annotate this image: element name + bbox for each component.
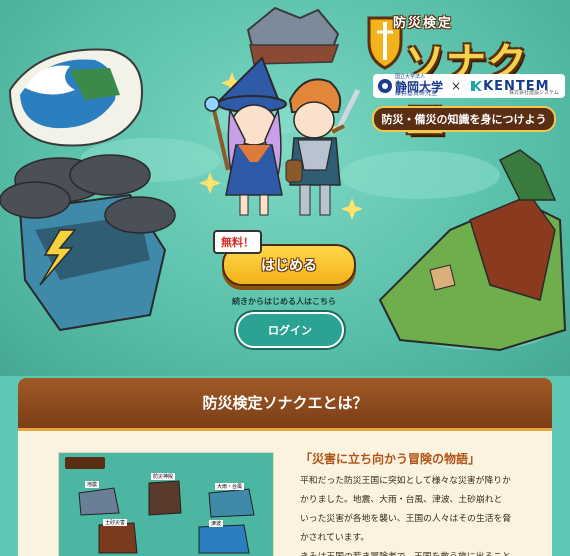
story-line: いった災害が各地を襲い、王国の人々はその生活を脅 <box>300 514 512 524</box>
continue-hint: 続きからはじめる人はこちら <box>232 297 336 306</box>
partners-banner: 国立大学法人 静岡大学 藤井基貴研究室 × KENTEM 株式会社建設システム <box>373 74 565 98</box>
thumb-label: 地震 <box>85 481 100 488</box>
story-body: 平和だった防災王国に突如として様々な災害が降りか かりました。地震、大雨・台風、… <box>300 472 532 556</box>
about-card: 防災検定ソナクエとは？ 地震 防災神殿 大雨・台風 土砂災害 津波 「災害に立ち… <box>18 378 552 556</box>
hero-section: 防災検定 ソナクエ 国立大学法人 静岡大学 藤井基貴研究室 × KENTEM 株… <box>0 0 570 376</box>
storm-island <box>0 154 176 332</box>
university-emblem-icon <box>378 79 392 93</box>
thumb-label: 防災神殿 <box>151 473 176 480</box>
logo-subtitle: 防災検定 <box>393 16 454 31</box>
tsunami-island <box>8 48 143 147</box>
tagline: 防災・備災の知識を身につけよう <box>372 106 556 132</box>
about-section: 防災検定ソナクエとは？ 地震 防災神殿 大雨・台風 土砂災害 津波 「災害に立ち… <box>0 376 570 556</box>
free-badge: 無料！ <box>213 230 262 254</box>
mountain-island <box>246 6 340 65</box>
story-line: かりました。地震、大雨・台風、津波、土砂崩れと <box>300 495 503 505</box>
login-button[interactable]: ログイン <box>236 312 344 348</box>
collab-times: × <box>451 79 462 93</box>
thumb-label: 大雨・台風 <box>215 483 245 490</box>
university-type: 国立大学法人 <box>395 74 426 80</box>
thumb-label: 土砂災害 <box>103 519 128 526</box>
about-header: 防災検定ソナクエとは？ <box>18 378 552 431</box>
kentem-logo-icon <box>471 81 483 91</box>
about-title: 防災検定ソナクエとは？ <box>202 394 368 412</box>
story-line: 平和だった防災王国に突如として様々な災害が降りか <box>300 476 511 486</box>
story-line: かされています。 <box>300 533 370 543</box>
company-sub: 株式会社建設システム <box>509 90 559 96</box>
map-thumbnail: 地震 防災神殿 大雨・台風 土砂災害 津波 <box>58 452 274 556</box>
story-title: 「災害に立ち向かう冒険の物語」 <box>300 452 481 466</box>
story-line: きみは王国の若き冒険者で、王国を救う旅に出ること <box>300 548 532 556</box>
knight-character <box>285 78 361 216</box>
witch-character <box>204 56 287 216</box>
university-lab: 藤井基貴研究室 <box>395 90 438 97</box>
map-thumbnail-image <box>59 453 273 556</box>
thumb-label: 津波 <box>209 520 224 527</box>
